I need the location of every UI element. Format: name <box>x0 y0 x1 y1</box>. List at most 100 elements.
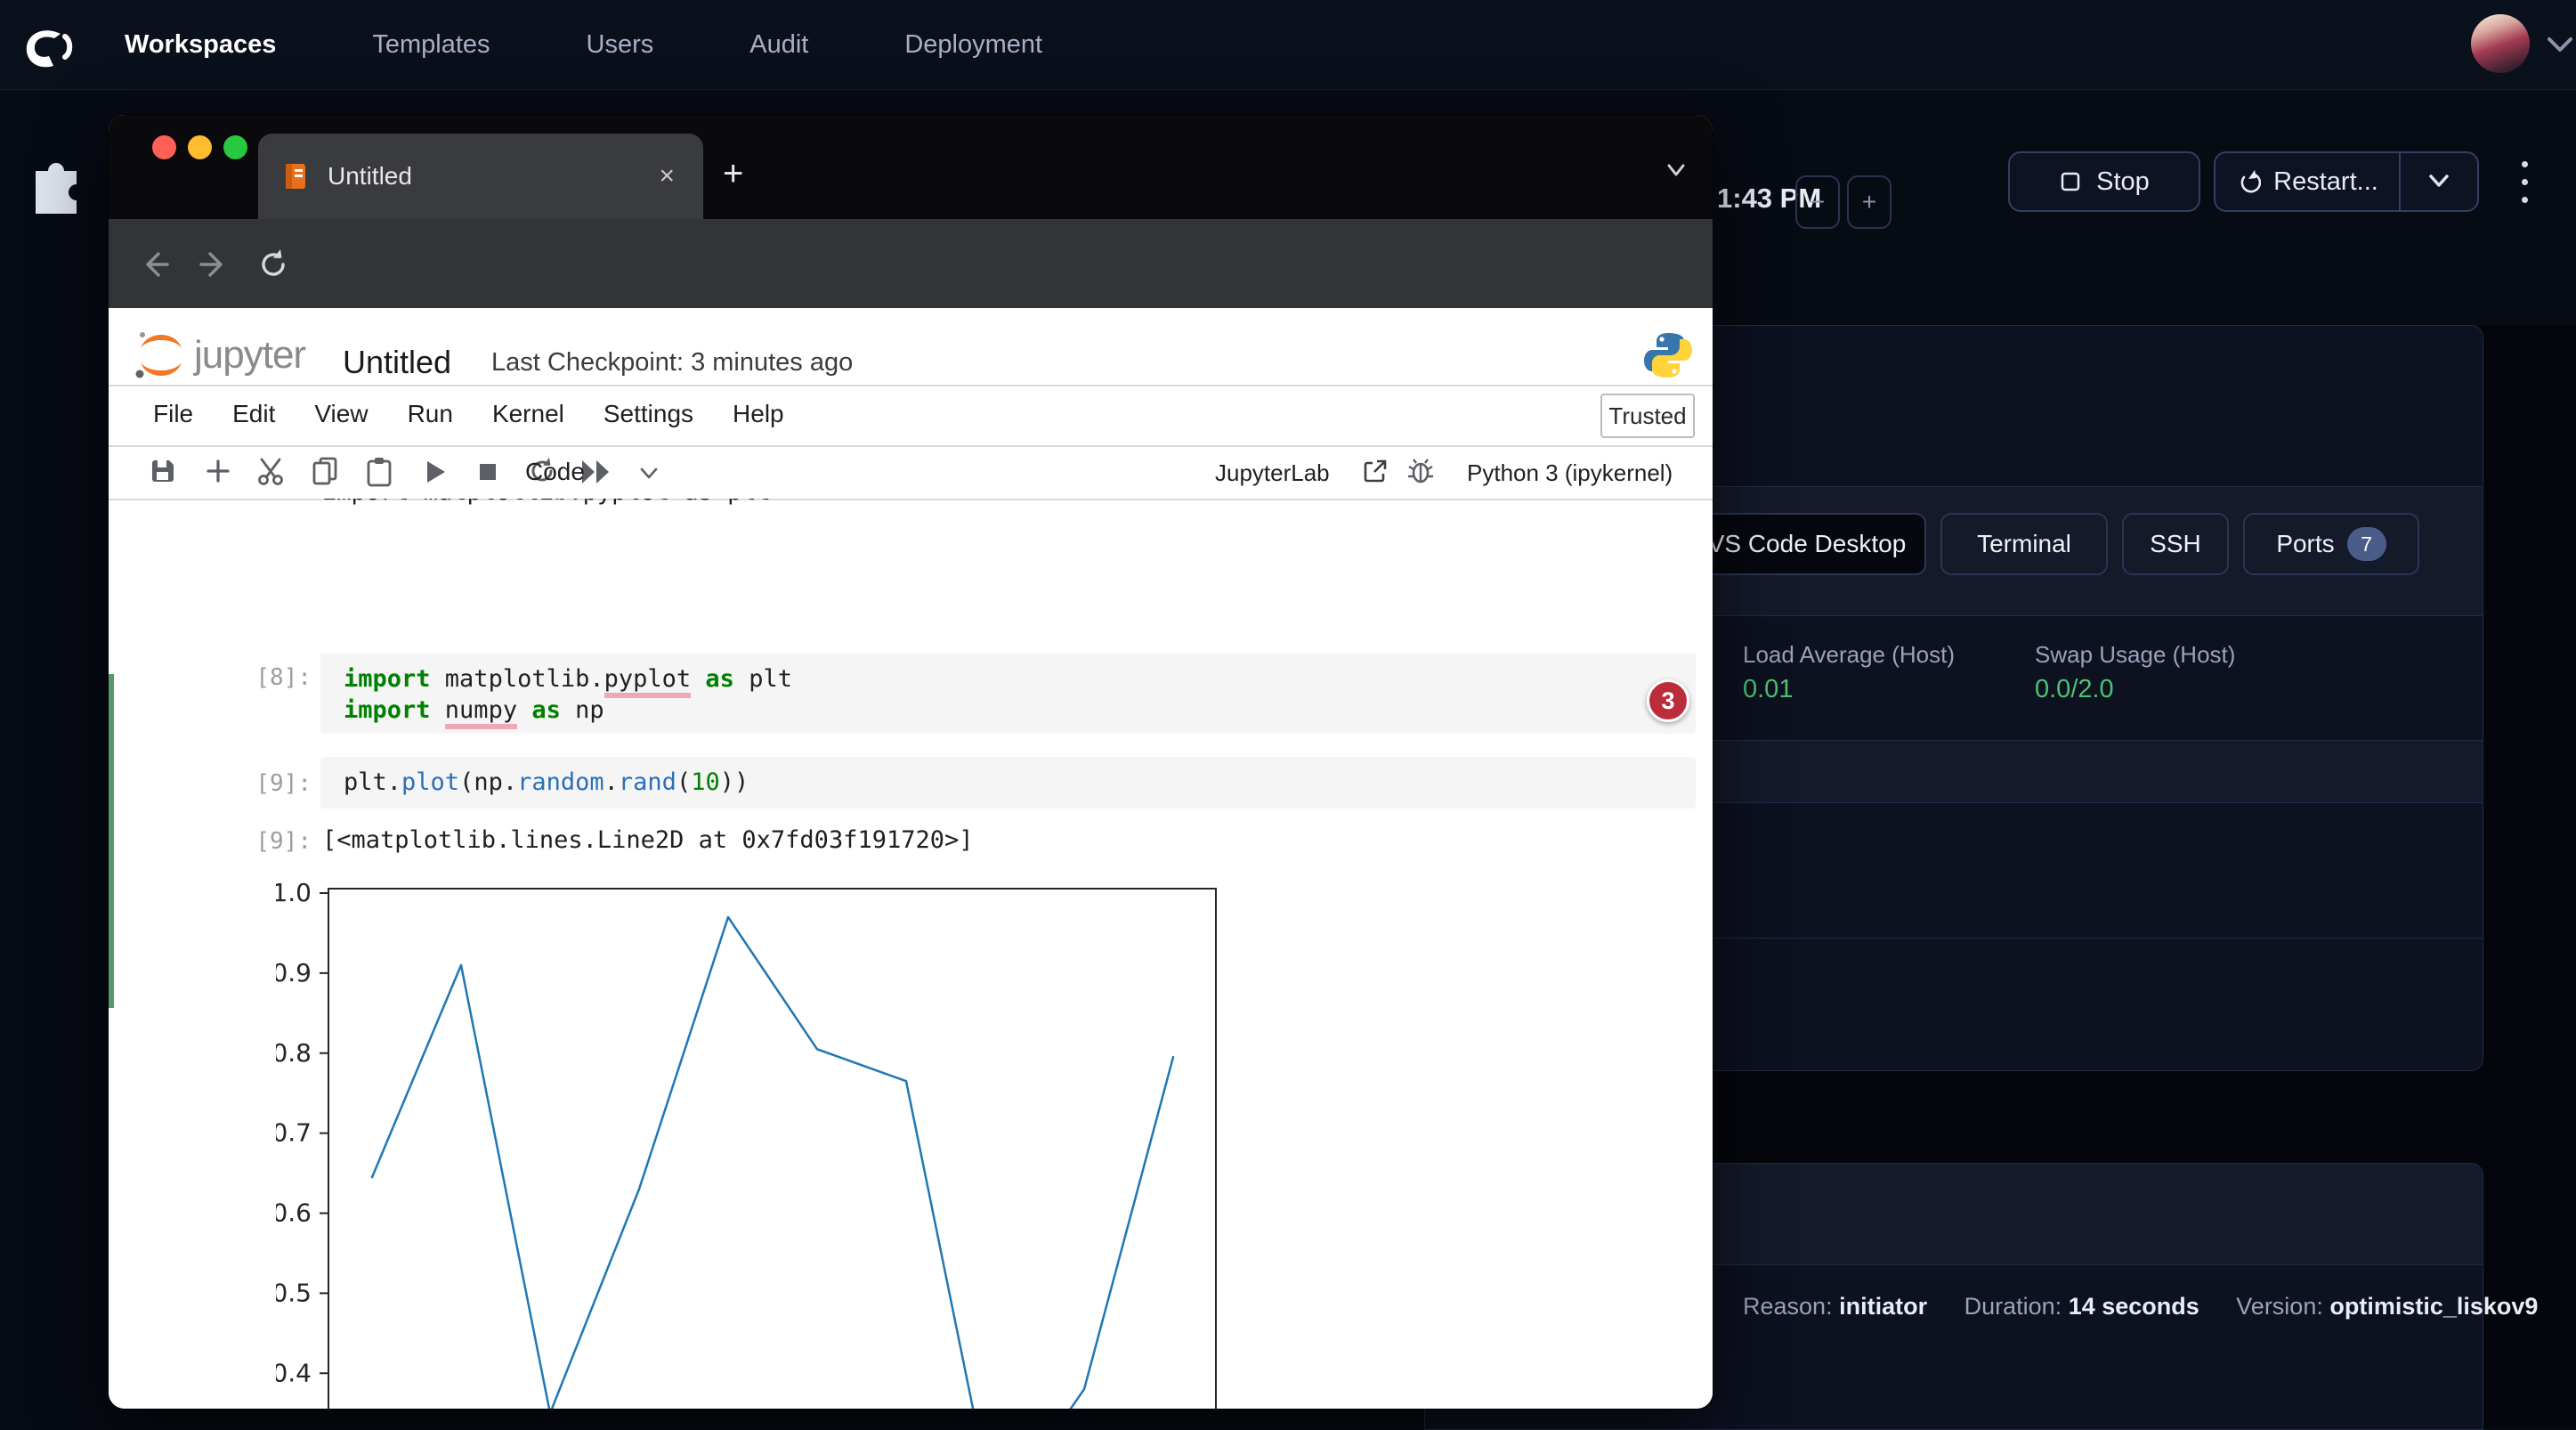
top-navigation-bar: Workspaces Templates Users Audit Deploym… <box>0 0 2576 90</box>
load-average-label: Load Average (Host) <box>1743 641 1955 669</box>
cell9-line1: plt.plot(np.random.rand(10)) <box>344 768 749 796</box>
jupyter-toolbar: Code JupyterLab Python 3 (ipykernel) <box>109 445 1713 499</box>
menu-edit[interactable]: Edit <box>232 400 275 428</box>
nav-item-workspaces[interactable]: Workspaces <box>125 30 276 60</box>
cell-type-dropdown[interactable]: Code <box>525 458 585 486</box>
menu-run[interactable]: Run <box>408 400 453 428</box>
vscode-desktop-label: VS Code Desktop <box>1708 530 1907 558</box>
tab-search-chevron-icon[interactable] <box>1663 161 1689 181</box>
jupyterlab-link[interactable]: JupyterLab <box>1215 459 1330 487</box>
svg-text:0.7: 0.7 <box>276 1118 312 1148</box>
svg-text:0.6: 0.6 <box>276 1198 312 1228</box>
ports-button[interactable]: Ports 7 <box>2243 513 2419 575</box>
svg-text:0.4: 0.4 <box>276 1358 312 1387</box>
matplotlib-chart: 1.00.90.80.70.60.50.40.30.202468 <box>276 879 1246 1409</box>
build-info-row: Reason: initiator Duration: 14 seconds V… <box>1743 1293 2568 1320</box>
load-average-value: 0.01 <box>1743 675 1793 704</box>
stop-label: Stop <box>2096 167 2150 197</box>
notebook-title[interactable]: Untitled <box>343 344 451 381</box>
nav-item-audit[interactable]: Audit <box>749 30 808 60</box>
restart-workspace-button-group: Restart... <box>2214 151 2479 212</box>
interrupt-kernel-icon[interactable] <box>475 459 500 484</box>
kernel-name[interactable]: Python 3 (ipykernel) <box>1467 459 1673 487</box>
menu-kernel[interactable]: Kernel <box>492 400 564 428</box>
run-cell-icon[interactable] <box>422 458 449 486</box>
workspace-menu-kebab[interactable] <box>2522 161 2528 203</box>
version-value[interactable]: optimistic_liskov9 <box>2329 1293 2538 1320</box>
reload-icon[interactable] <box>256 248 290 281</box>
save-icon[interactable] <box>148 456 178 486</box>
primary-nav: Workspaces Templates Users Audit Deploym… <box>125 0 1042 90</box>
duration-label: Duration: <box>1964 1293 2062 1320</box>
tab-close-icon[interactable]: × <box>659 161 675 191</box>
coder-logo-icon[interactable] <box>20 21 75 71</box>
svg-text:0.9: 0.9 <box>276 958 312 987</box>
paste-cell-icon[interactable] <box>365 456 393 488</box>
menu-settings[interactable]: Settings <box>603 400 693 428</box>
cell8-line2: import numpy as np <box>344 696 604 724</box>
nav-item-users[interactable]: Users <box>587 30 654 60</box>
svg-text:1.0: 1.0 <box>276 879 312 907</box>
restart-icon <box>2236 169 2261 194</box>
browser-tab-strip: Untitled × + <box>109 115 1713 219</box>
swap-usage-value: 0.0/2.0 <box>2035 675 2114 704</box>
duration-value: 14 seconds <box>2069 1293 2199 1320</box>
checkpoint-status: Last Checkpoint: 3 minutes ago <box>491 348 853 378</box>
nav-item-templates[interactable]: Templates <box>372 30 490 60</box>
external-link-icon[interactable] <box>1362 458 1389 484</box>
cut-cell-icon[interactable] <box>255 456 287 488</box>
puzzle-piece-icon <box>32 146 87 215</box>
debugger-bug-icon[interactable] <box>1406 457 1435 485</box>
output-repr-text: [<matplotlib.lines.Line2D at 0x7fd03f191… <box>322 826 974 854</box>
ports-count-badge: 7 <box>2347 527 2386 561</box>
cell9-input[interactable]: plt.plot(np.random.rand(10)) <box>320 757 1696 808</box>
terminal-button[interactable]: Terminal <box>1940 513 2108 575</box>
chevron-down-icon[interactable] <box>2544 34 2576 55</box>
menu-file[interactable]: File <box>153 400 193 428</box>
vscode-desktop-button[interactable]: VS Code Desktop <box>1688 513 1926 575</box>
browser-toolbar: 5555--main--test--matifali.atif.cdr.dev/… <box>109 219 1713 308</box>
swap-usage-label: Swap Usage (Host) <box>2035 641 2235 669</box>
browser-tab[interactable]: Untitled × <box>258 134 703 219</box>
cell-type-chevron-icon[interactable] <box>637 467 660 481</box>
zoom-in-button[interactable]: + <box>1847 175 1891 229</box>
zoom-out-button[interactable]: − <box>1795 175 1840 229</box>
copy-cell-icon[interactable] <box>310 456 340 488</box>
stop-square-icon <box>2059 170 2082 193</box>
jupyter-logo-icon <box>132 326 190 385</box>
new-tab-button[interactable]: + <box>723 158 743 190</box>
svg-text:0.5: 0.5 <box>276 1278 312 1307</box>
forward-icon[interactable] <box>198 248 230 280</box>
terminal-label: Terminal <box>1977 530 2071 558</box>
notebook-scroll-area[interactable]: import matplotlib.pyplot as plt [8]: imp… <box>109 499 1713 1409</box>
restart-button[interactable]: Restart... <box>2216 153 2399 210</box>
stop-workspace-button[interactable]: Stop <box>2008 151 2200 212</box>
nav-item-deployment[interactable]: Deployment <box>904 30 1042 60</box>
ports-label: Ports <box>2276 530 2334 558</box>
menu-view[interactable]: View <box>314 400 368 428</box>
menu-help[interactable]: Help <box>733 400 784 428</box>
jupyter-brand-text: jupyter <box>194 333 305 378</box>
cell8-input[interactable]: import matplotlib.pyplot as plt import n… <box>320 654 1696 734</box>
chevron-down-icon <box>2426 173 2452 191</box>
window-maximize-button[interactable] <box>223 135 247 159</box>
active-cell-indicator <box>109 674 114 1008</box>
cell8-prompt: [8]: <box>214 664 312 691</box>
ssh-label: SSH <box>2150 530 2201 558</box>
jupyter-notebook-page: jupyter Untitled Last Checkpoint: 3 minu… <box>109 308 1713 1409</box>
add-cell-icon[interactable] <box>203 456 233 486</box>
restart-options-button[interactable] <box>2399 153 2477 210</box>
window-minimize-button[interactable] <box>188 135 212 159</box>
back-icon[interactable] <box>139 248 171 280</box>
header-divider <box>109 385 1713 386</box>
svg-text:0.8: 0.8 <box>276 1038 312 1068</box>
notification-badge[interactable]: 3 <box>1647 679 1689 722</box>
jupyter-menubar: File Edit View Run Kernel Settings Help <box>153 400 784 428</box>
window-close-button[interactable] <box>152 135 176 159</box>
browser-window: Untitled × + 5555--main--test--matifali.… <box>109 115 1713 1409</box>
trusted-button[interactable]: Trusted <box>1600 394 1695 438</box>
ssh-button[interactable]: SSH <box>2122 513 2229 575</box>
reason-value: initiator <box>1839 1293 1927 1320</box>
avatar[interactable] <box>2471 14 2530 73</box>
restart-label: Restart... <box>2273 167 2378 197</box>
